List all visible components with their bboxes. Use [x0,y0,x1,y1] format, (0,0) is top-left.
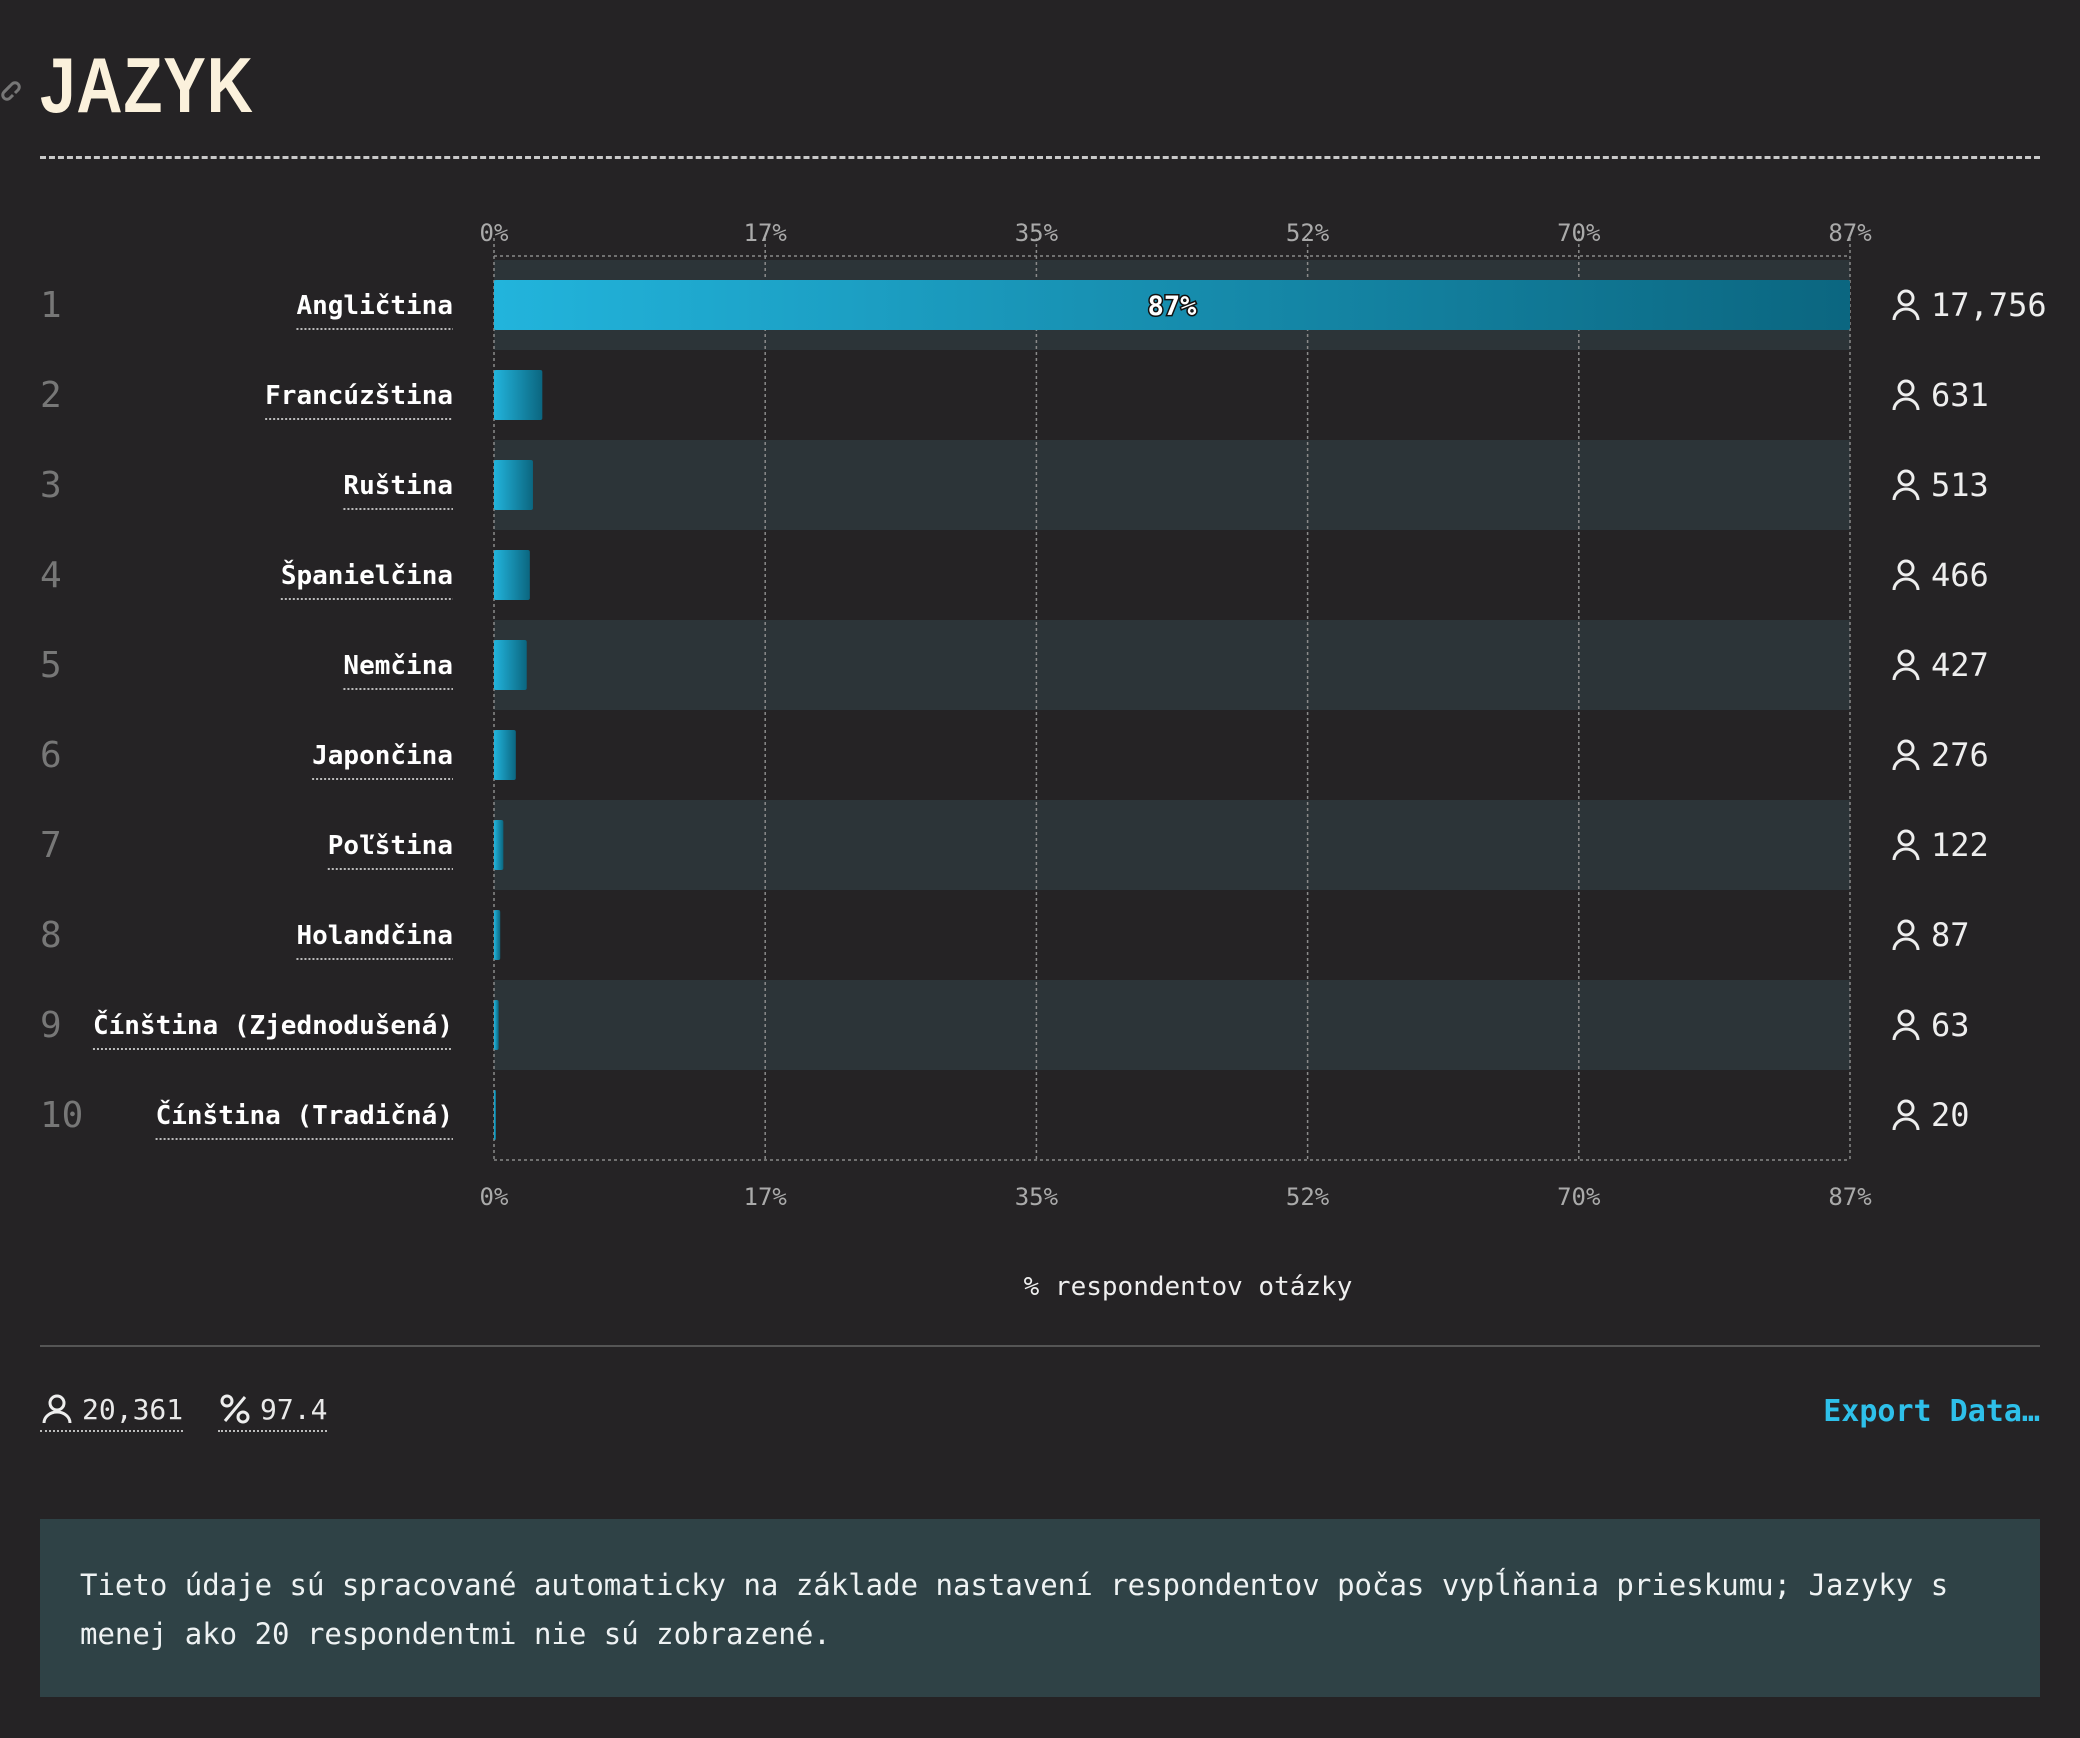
info-note: Tieto údaje sú spracované automaticky na… [40,1519,2040,1697]
user-icon [1892,919,1920,951]
row-band [494,980,1850,1070]
respondent-count: 513 [1931,466,1989,504]
user-icon [1892,649,1920,681]
bar[interactable] [494,1090,496,1140]
respondent-count: 20 [1931,1096,1970,1134]
rank-number: 4 [40,555,62,596]
user-icon [1892,1009,1920,1041]
tick-label: 35% [1015,1183,1059,1211]
respondent-count: 63 [1931,1006,1970,1044]
respondents-count: 20,361 [82,1392,184,1426]
user-icon [1892,379,1920,411]
category-label[interactable]: Poľština [328,831,453,861]
bar-value-label: 87% [1148,291,1198,322]
bar[interactable] [494,730,516,780]
bar[interactable] [494,640,527,690]
x-axis-title: % respondentov otázky [1024,1272,1353,1302]
page-title: JAZYK [40,41,254,129]
category-label[interactable]: Ruština [343,471,453,501]
category-label[interactable]: Čínština (Zjednodušená) [93,1009,453,1041]
row-band [494,440,1850,530]
user-icon [1892,559,1920,591]
tick-label: 87% [1828,219,1872,247]
percent-icon [220,1394,250,1424]
link-icon[interactable] [0,72,24,106]
tick-label: 17% [744,1183,788,1211]
row-band [494,800,1850,890]
tick-label: 70% [1557,219,1601,247]
rank-number: 7 [40,825,62,866]
rank-number: 2 [40,375,62,416]
category-label[interactable]: Čínština (Tradičná) [156,1099,453,1131]
user-icon [1892,829,1920,861]
rank-number: 6 [40,735,62,776]
rank-number: 5 [40,645,62,686]
rank-number: 1 [40,285,62,326]
tick-label: 17% [744,219,788,247]
row-band [494,620,1850,710]
respondent-count: 122 [1931,826,1989,864]
respondent-count: 427 [1931,646,1989,684]
tick-label: 87% [1828,1183,1872,1211]
user-icon [1892,739,1920,771]
bar[interactable] [494,910,501,960]
tick-label: 0% [480,1183,509,1211]
tick-label: 52% [1286,219,1330,247]
category-label[interactable]: Španielčina [281,559,453,591]
user-icon [42,1394,72,1424]
bar-chart: 87% 1 Angličtina 17,756 2 Francúzština 631 3 Ruš… [40,219,2047,1302]
tick-label: 52% [1286,1183,1330,1211]
title-divider [40,156,2040,159]
category-label[interactable]: Angličtina [296,291,453,321]
footer-divider [40,1345,2040,1347]
category-label[interactable]: Nemčina [343,651,453,681]
user-icon [1892,1099,1920,1131]
bar[interactable] [494,820,504,870]
bar[interactable] [494,370,543,420]
bar[interactable] [494,550,530,600]
category-label[interactable]: Holandčina [296,921,453,951]
respondent-count: 17,756 [1931,286,2047,324]
category-label[interactable]: Japončina [312,741,453,771]
user-icon [1892,469,1920,501]
tick-label: 70% [1557,1183,1601,1211]
rank-number: 3 [40,465,62,506]
category-label[interactable]: Francúzština [265,381,453,411]
respondent-count: 631 [1931,376,1989,414]
bar[interactable] [494,460,533,510]
user-icon [1892,289,1920,321]
tick-label: 0% [480,219,509,247]
rank-number: 10 [40,1095,83,1136]
rank-number: 9 [40,1005,62,1046]
respondent-count: 87 [1931,916,1970,954]
percent-stat[interactable]: 97.4 [218,1392,328,1432]
percent-value: 97.4 [260,1392,328,1426]
bar[interactable] [494,1000,499,1050]
respondent-count: 276 [1931,736,1989,774]
export-data-link[interactable]: Export Data… [1823,1394,2040,1429]
respondents-stat[interactable]: 20,361 [40,1392,184,1432]
tick-label: 35% [1015,219,1059,247]
respondent-count: 466 [1931,556,1989,594]
rank-number: 8 [40,915,62,956]
